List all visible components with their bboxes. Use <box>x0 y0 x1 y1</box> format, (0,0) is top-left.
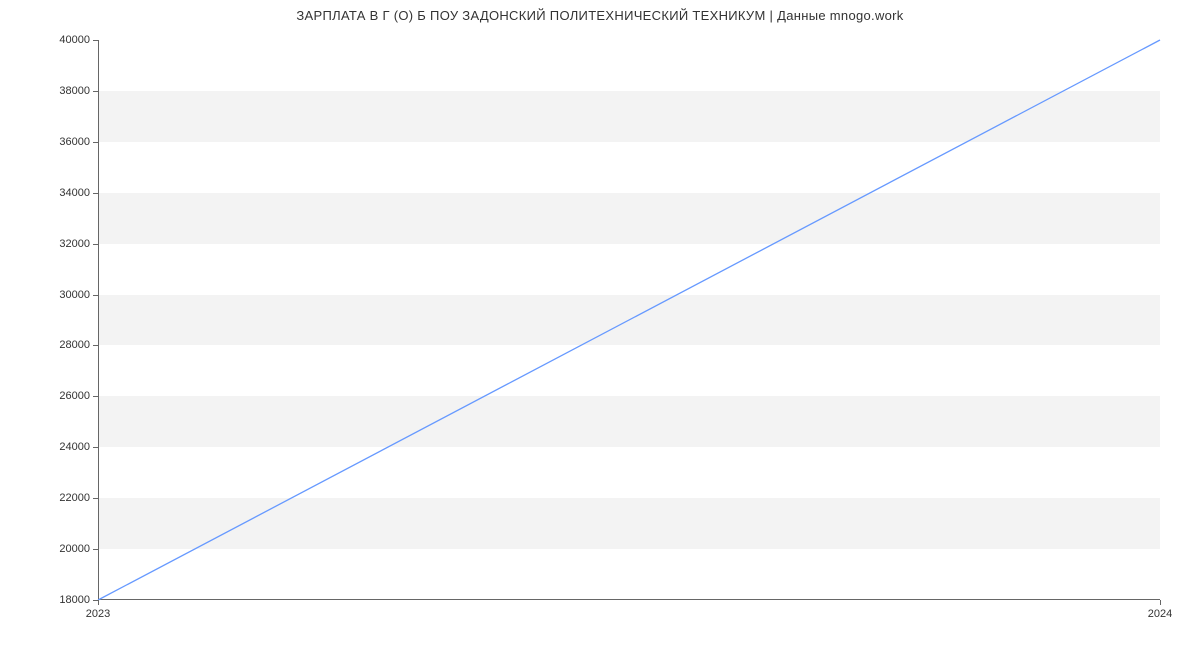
y-tick-label: 20000 <box>59 543 90 555</box>
y-tick-mark <box>93 193 98 194</box>
chart-title: ЗАРПЛАТА В Г (О) Б ПОУ ЗАДОНСКИЙ ПОЛИТЕХ… <box>0 0 1200 23</box>
x-tick-label: 2024 <box>1148 608 1172 620</box>
y-tick-label: 28000 <box>59 339 90 351</box>
y-tick-mark <box>93 142 98 143</box>
y-tick-mark <box>93 549 98 550</box>
y-tick-mark <box>93 345 98 346</box>
y-tick-label: 32000 <box>59 238 90 250</box>
y-tick-label: 22000 <box>59 492 90 504</box>
x-tick-label: 2023 <box>86 608 110 620</box>
y-tick-label: 24000 <box>59 441 90 453</box>
y-tick-mark <box>93 295 98 296</box>
y-tick-label: 26000 <box>59 390 90 402</box>
y-tick-label: 40000 <box>59 34 90 46</box>
y-tick-label: 38000 <box>59 85 90 97</box>
y-tick-mark <box>93 396 98 397</box>
x-tick-mark <box>98 600 99 605</box>
y-tick-label: 30000 <box>59 289 90 301</box>
y-tick-mark <box>93 498 98 499</box>
y-tick-label: 34000 <box>59 187 90 199</box>
chart-line <box>98 40 1160 600</box>
y-tick-label: 36000 <box>59 136 90 148</box>
y-tick-mark <box>93 447 98 448</box>
plot-area: 1800020000220002400026000280003000032000… <box>98 40 1160 600</box>
y-tick-label: 18000 <box>59 594 90 606</box>
y-tick-mark <box>93 244 98 245</box>
y-tick-mark <box>93 40 98 41</box>
y-tick-mark <box>93 91 98 92</box>
x-tick-mark <box>1160 600 1161 605</box>
